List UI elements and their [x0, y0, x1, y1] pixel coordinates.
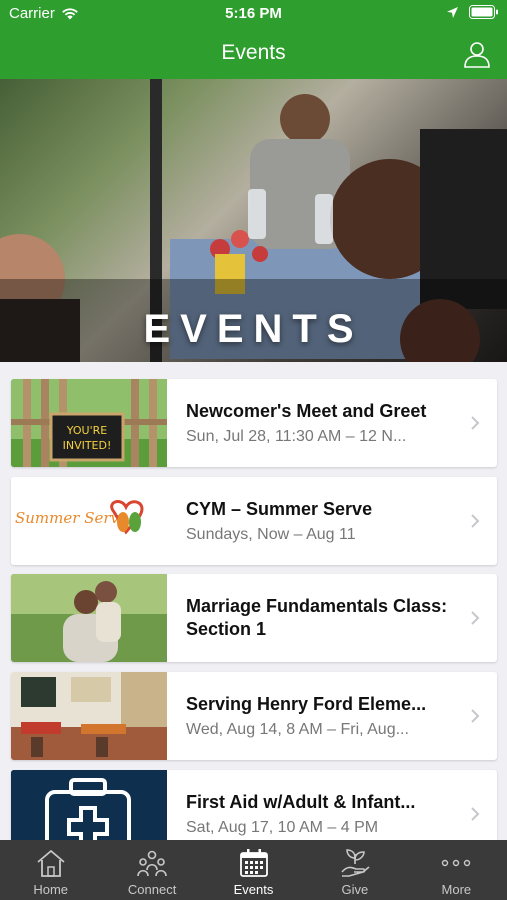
people-icon [137, 850, 167, 877]
classroom-photo [11, 672, 167, 760]
tab-more[interactable]: More [406, 840, 507, 900]
tab-label: Home [33, 882, 69, 897]
svg-text:INVITED!: INVITED! [63, 439, 112, 452]
event-thumbnail: YOU'RE INVITED! [11, 379, 167, 467]
tab-bar: Home Connect Events Give More [0, 840, 507, 900]
chevron-right-icon [471, 514, 480, 528]
hero-banner: EVENTS [0, 79, 507, 362]
chevron-right-icon [471, 709, 480, 723]
svg-text:Summer Serve: Summer Serve [15, 509, 128, 527]
event-title: Serving Henry Ford Eleme... [186, 694, 427, 714]
tab-connect[interactable]: Connect [101, 840, 202, 900]
fence-sign-image: YOU'RE INVITED! [11, 379, 167, 467]
event-date: Sun, Jul 28, 11:30 AM – 12 N... [186, 428, 407, 445]
status-bar: Carrier 5:16 PM [0, 0, 507, 30]
svg-text:YOU'RE: YOU'RE [66, 424, 107, 437]
profile-icon[interactable] [463, 40, 491, 68]
couple-photo [11, 574, 167, 662]
event-title: First Aid w/Adult & Infant... [186, 792, 416, 812]
tab-label: Give [341, 882, 369, 897]
hero-title: EVENTS [143, 307, 364, 351]
location-arrow-icon [447, 6, 458, 18]
status-time: 5:16 PM [225, 5, 282, 22]
event-card[interactable]: Marriage Fundamentals Class: Section 1 [11, 574, 497, 662]
tab-label: Connect [127, 882, 177, 897]
chevron-right-icon [471, 611, 480, 625]
more-dots-icon [442, 859, 471, 867]
event-card[interactable]: Serving Henry Ford Eleme... Wed, Aug 14,… [11, 672, 497, 760]
tab-give[interactable]: Give [304, 840, 405, 900]
tab-label: More [441, 882, 472, 897]
tab-events[interactable]: Events [203, 840, 304, 900]
chevron-right-icon [471, 807, 480, 821]
page-title: Events [221, 41, 286, 64]
summer-serve-logo: Summer Serve [11, 477, 167, 565]
event-thumbnail [11, 574, 167, 662]
tab-label: Events [233, 882, 274, 897]
hand-plant-icon [341, 849, 370, 877]
chevron-right-icon [471, 416, 480, 430]
event-title: Newcomer's Meet and Greet [186, 401, 427, 421]
calendar-icon [239, 849, 268, 877]
event-date: Sat, Aug 17, 10 AM – 4 PM [186, 819, 379, 836]
battery-icon [469, 5, 498, 19]
event-card[interactable]: YOU'RE INVITED! Newcomer's Meet and Gree… [11, 379, 497, 467]
house-icon [37, 849, 65, 877]
event-thumbnail: Summer Serve [11, 477, 167, 565]
event-thumbnail [11, 672, 167, 760]
event-title: CYM – Summer Serve [186, 499, 373, 519]
event-card[interactable]: Summer Serve CYM – Summer Serve Sundays,… [11, 477, 497, 565]
nav-bar: Events [0, 30, 507, 79]
tab-home[interactable]: Home [0, 840, 101, 900]
event-title: Marriage Fundamentals Class: Section 1 [186, 596, 448, 639]
event-date: Sundays, Now – Aug 11 [186, 526, 356, 543]
event-date: Wed, Aug 14, 8 AM – Fri, Aug... [186, 721, 409, 738]
